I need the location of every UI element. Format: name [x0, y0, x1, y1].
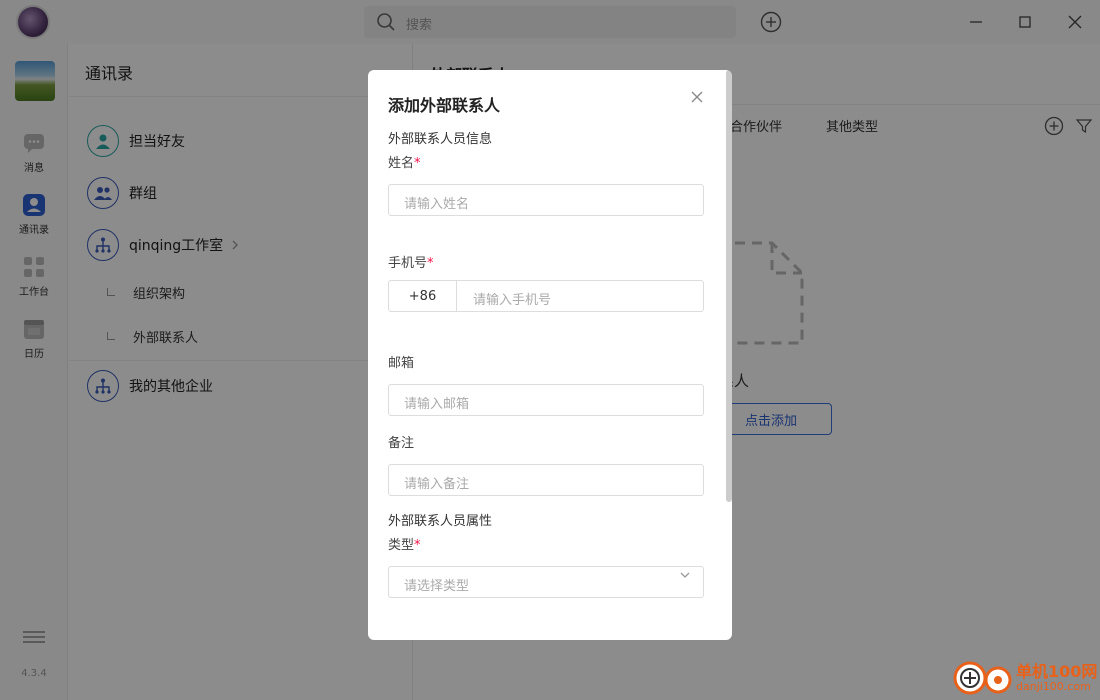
- chevron-down-icon: [680, 572, 690, 578]
- name-placeholder: 请输入姓名: [404, 197, 470, 212]
- country-code-select[interactable]: +86: [389, 281, 457, 311]
- type-select[interactable]: 请选择类型: [388, 566, 704, 598]
- phone-label: 手机号*: [388, 256, 434, 271]
- note-field[interactable]: 请输入备注: [388, 464, 704, 496]
- phone-placeholder: 请输入手机号: [473, 293, 552, 308]
- note-label: 备注: [388, 436, 415, 451]
- note-placeholder: 请输入备注: [404, 477, 470, 492]
- dialog-title: 添加外部联系人: [388, 96, 501, 115]
- name-field[interactable]: 请输入姓名: [388, 184, 704, 216]
- section-heading-info: 外部联系人员信息: [388, 132, 493, 147]
- dialog-scrollbar[interactable]: [726, 70, 732, 502]
- phone-field[interactable]: +86 请输入手机号: [388, 280, 704, 312]
- section-heading-attributes: 外部联系人员属性: [388, 514, 493, 529]
- close-icon[interactable]: [690, 90, 704, 104]
- name-label: 姓名*: [388, 156, 421, 171]
- email-placeholder: 请输入邮箱: [404, 397, 470, 412]
- watermark-url: danji100.com: [1016, 680, 1091, 693]
- email-field[interactable]: 请输入邮箱: [388, 384, 704, 416]
- add-external-contact-dialog: 添加外部联系人 外部联系人员信息 姓名* 请输入姓名 手机号* +86 请输入手…: [368, 70, 732, 640]
- type-label: 类型*: [388, 538, 421, 553]
- watermark-logo: [953, 661, 1012, 695]
- email-label: 邮箱: [388, 356, 415, 371]
- type-placeholder: 请选择类型: [404, 579, 470, 594]
- watermark-brand: 单机100网: [1016, 662, 1098, 681]
